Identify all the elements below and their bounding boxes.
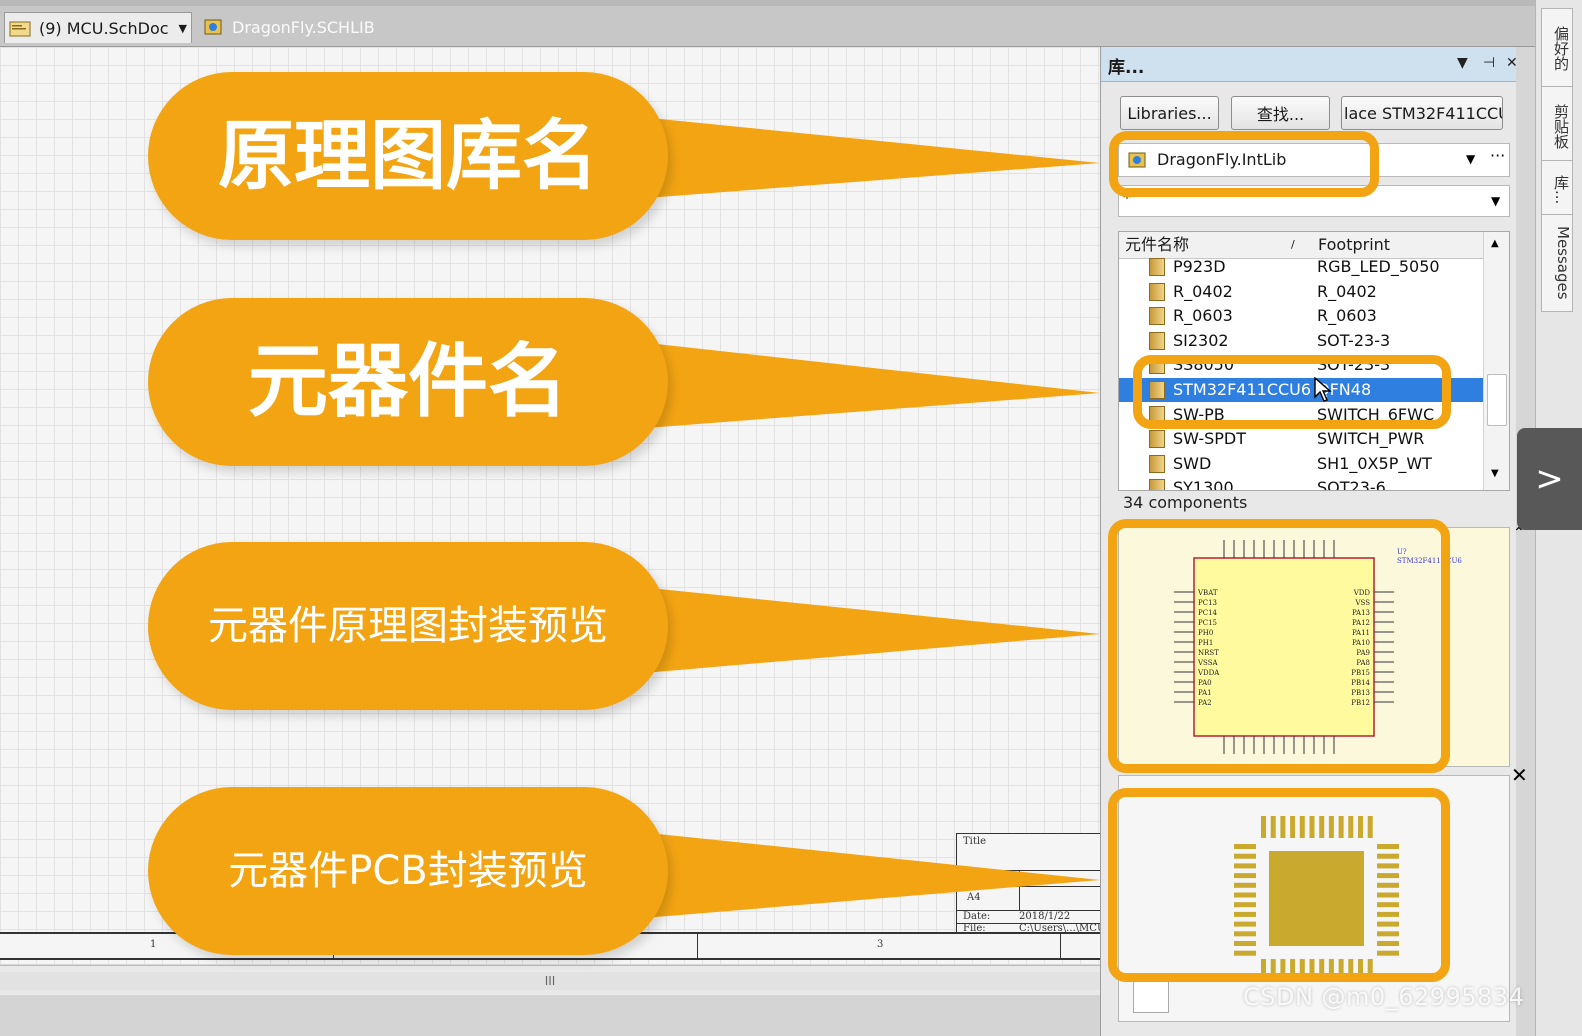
component-footprint: SH1_0X5P_WT bbox=[1317, 453, 1432, 473]
callout-pointer bbox=[620, 585, 1100, 675]
vertical-scrollbar[interactable]: ▲ ▼ bbox=[1483, 232, 1509, 490]
mouse-cursor-icon bbox=[1314, 377, 1332, 402]
pcb-3d-toggle-icon[interactable] bbox=[1133, 981, 1169, 1013]
callout-component-name: 元器件名 bbox=[148, 298, 668, 466]
component-footprint: SOT23-6 bbox=[1317, 478, 1386, 491]
component-name: P923D bbox=[1173, 257, 1226, 276]
sch-preview-highlight-ring bbox=[1108, 519, 1450, 773]
callout-pointer bbox=[620, 340, 1100, 430]
component-name: SY1300 bbox=[1173, 478, 1234, 491]
status-bar bbox=[0, 995, 1100, 1036]
column-header-label: Footprint bbox=[1318, 235, 1391, 254]
scroll-down-icon[interactable]: ▼ bbox=[1491, 468, 1499, 479]
side-tab-messages[interactable]: Messages bbox=[1541, 214, 1573, 312]
side-tab-libraries[interactable]: 库... bbox=[1541, 160, 1573, 220]
side-tab-clipboard[interactable]: 剪贴板 bbox=[1541, 86, 1573, 166]
component-icon bbox=[1149, 331, 1165, 350]
search-button[interactable]: 查找... bbox=[1231, 96, 1330, 130]
callout-pointer bbox=[620, 830, 1100, 920]
callout-pcb-preview: 元器件PCB封装预览 bbox=[148, 787, 668, 955]
more-icon[interactable]: ··· bbox=[1490, 146, 1505, 165]
side-tab-favorites[interactable]: 偏好的 bbox=[1541, 8, 1573, 88]
pcb-preview-highlight-ring bbox=[1108, 788, 1450, 982]
scroll-up-icon[interactable]: ▲ bbox=[1491, 238, 1499, 249]
component-row[interactable]: SW-SPDT SWITCH_PWR bbox=[1119, 427, 1483, 451]
panel-title: 库... bbox=[1108, 58, 1145, 78]
component-icon bbox=[1149, 258, 1165, 276]
component-footprint: SWITCH_PWR bbox=[1317, 429, 1425, 449]
component-row[interactable]: R_0603 R_0603 bbox=[1119, 304, 1483, 328]
library-panel: 库... ▼ ⊣ ✕ Libraries... 查找... lace STM32… bbox=[1100, 47, 1528, 1036]
callout-pointer bbox=[620, 115, 1100, 200]
component-row[interactable]: R_0402 R_0402 bbox=[1119, 280, 1483, 304]
chevron-right-icon[interactable]: > bbox=[1517, 428, 1582, 530]
component-row[interactable]: P923D RGB_LED_5050 bbox=[1119, 255, 1483, 279]
component-row[interactable]: SWD SH1_0X5P_WT bbox=[1119, 452, 1483, 476]
callout-text: 原理图库名 bbox=[218, 110, 598, 200]
column-header-label: 元件名称 bbox=[1125, 235, 1190, 254]
component-icon bbox=[1149, 430, 1165, 449]
library-highlight-ring bbox=[1109, 131, 1379, 197]
component-name: SWD bbox=[1173, 453, 1212, 473]
panel-header: 库... ▼ ⊣ ✕ bbox=[1101, 47, 1518, 82]
scrollbar-thumb[interactable] bbox=[1487, 374, 1507, 426]
chevron-down-icon[interactable]: ▼ bbox=[1466, 152, 1475, 166]
libraries-button[interactable]: Libraries... bbox=[1120, 96, 1219, 130]
pin-icon[interactable]: ⊣ bbox=[1483, 55, 1495, 71]
component-name: SW-SPDT bbox=[1173, 429, 1246, 449]
component-name: SI2302 bbox=[1173, 330, 1229, 350]
dropdown-icon[interactable]: ▼ bbox=[1457, 55, 1468, 71]
callout-text: 元器件PCB封装预览 bbox=[228, 848, 588, 894]
callout-library-name: 原理图库名 bbox=[148, 72, 668, 240]
component-icon bbox=[1149, 307, 1165, 326]
watermark: CSDN @m0_62995834 bbox=[1243, 983, 1525, 1011]
chevron-down-icon[interactable]: ▼ bbox=[1491, 194, 1500, 208]
component-highlight-ring bbox=[1133, 355, 1451, 429]
callout-text: 元器件原理图封装预览 bbox=[208, 603, 608, 649]
component-footprint: R_0603 bbox=[1317, 306, 1377, 326]
place-component-button[interactable]: lace STM32F411CCU bbox=[1341, 96, 1503, 130]
preview-close-icon[interactable]: ✕ bbox=[1511, 763, 1528, 787]
component-icon bbox=[1149, 454, 1165, 473]
component-name: R_0603 bbox=[1173, 306, 1233, 326]
callout-sch-preview: 元器件原理图封装预览 bbox=[148, 542, 668, 710]
component-footprint: SOT-23-3 bbox=[1317, 330, 1391, 350]
component-icon bbox=[1149, 282, 1165, 301]
component-count: 34 components bbox=[1123, 493, 1248, 512]
component-footprint: R_0402 bbox=[1317, 281, 1377, 301]
component-icon bbox=[1149, 479, 1165, 490]
component-name: R_0402 bbox=[1173, 281, 1233, 301]
callout-text: 元器件名 bbox=[248, 335, 568, 428]
close-icon[interactable]: ✕ bbox=[1506, 55, 1518, 71]
component-footprint: RGB_LED_5050 bbox=[1317, 257, 1440, 276]
component-row[interactable]: SI2302 SOT-23-3 bbox=[1119, 329, 1483, 353]
component-row[interactable]: SY1300 SOT23-6 bbox=[1119, 476, 1483, 491]
